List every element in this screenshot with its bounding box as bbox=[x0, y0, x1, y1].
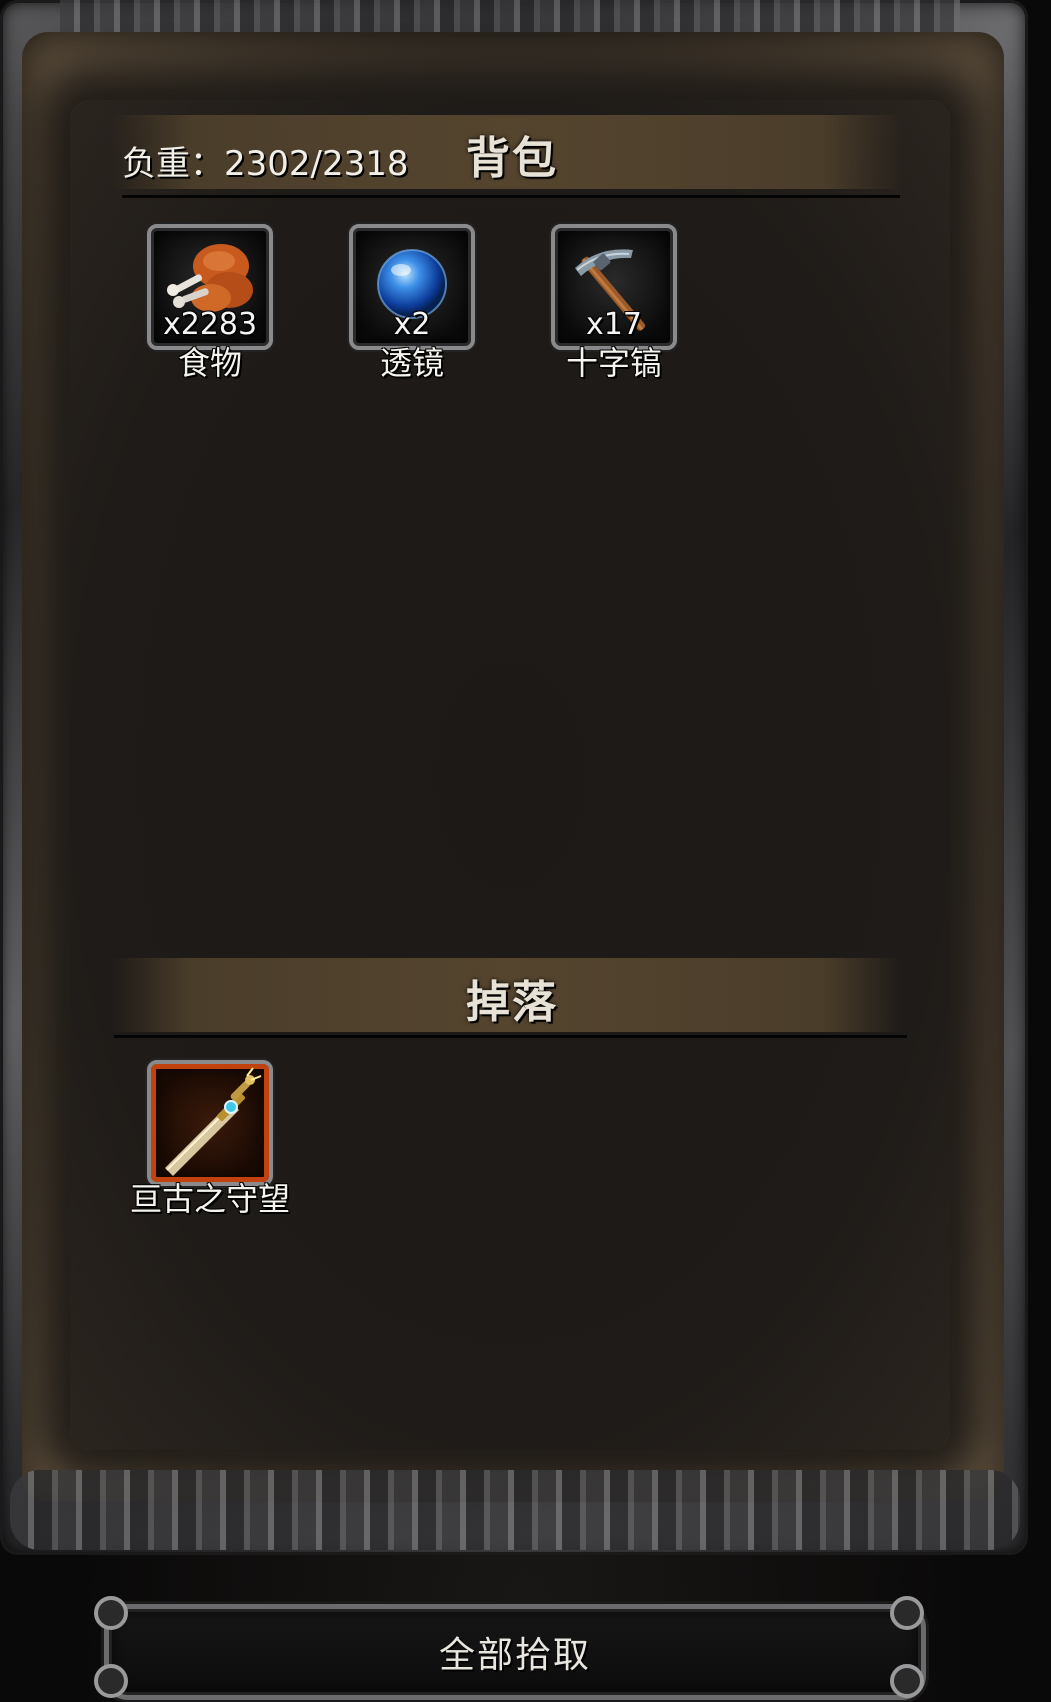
item-quantity: x17 bbox=[586, 307, 642, 342]
backpack-slot-pickaxe[interactable]: x17 十字镐 bbox=[551, 224, 677, 382]
backpack-header-divider bbox=[122, 195, 900, 198]
item-quantity: x2 bbox=[393, 307, 431, 342]
game-screen: 负重：2302/2318 背包 x2283 食物 x2 透镜 x17 十字镐 掉… bbox=[0, 0, 1051, 1702]
item-name: 亘古之守望 bbox=[129, 1180, 290, 1218]
weight-label: 负重：2302/2318 bbox=[122, 144, 409, 184]
backpack-slot-lens[interactable]: x2 透镜 bbox=[349, 224, 475, 382]
button-ornament bbox=[890, 1596, 924, 1630]
frame-bottom-ornament bbox=[10, 1470, 1020, 1550]
drops-header-divider bbox=[114, 1035, 907, 1038]
button-ornament bbox=[94, 1596, 128, 1630]
item-slot-frame: x2283 bbox=[147, 224, 273, 350]
pickup-all-label: 全部拾取 bbox=[438, 1635, 591, 1676]
item-slot-frame bbox=[147, 1060, 273, 1186]
sword-icon bbox=[165, 1067, 262, 1176]
drops-title: 掉落 bbox=[466, 977, 558, 1028]
backpack-slot-food[interactable]: x2283 食物 bbox=[147, 224, 273, 382]
pickup-all-button[interactable]: 全部拾取 bbox=[104, 1604, 926, 1700]
item-name: 十字镐 bbox=[565, 344, 662, 382]
item-quantity: x2283 bbox=[162, 307, 258, 342]
item-slot-frame: x2 bbox=[349, 224, 475, 350]
button-ornament bbox=[890, 1664, 924, 1698]
backpack-title: 背包 bbox=[466, 133, 558, 184]
drop-slot-sword[interactable]: 亘古之守望 bbox=[130, 1060, 290, 1218]
item-slot-frame: x17 bbox=[551, 224, 677, 350]
button-ornament bbox=[94, 1664, 128, 1698]
